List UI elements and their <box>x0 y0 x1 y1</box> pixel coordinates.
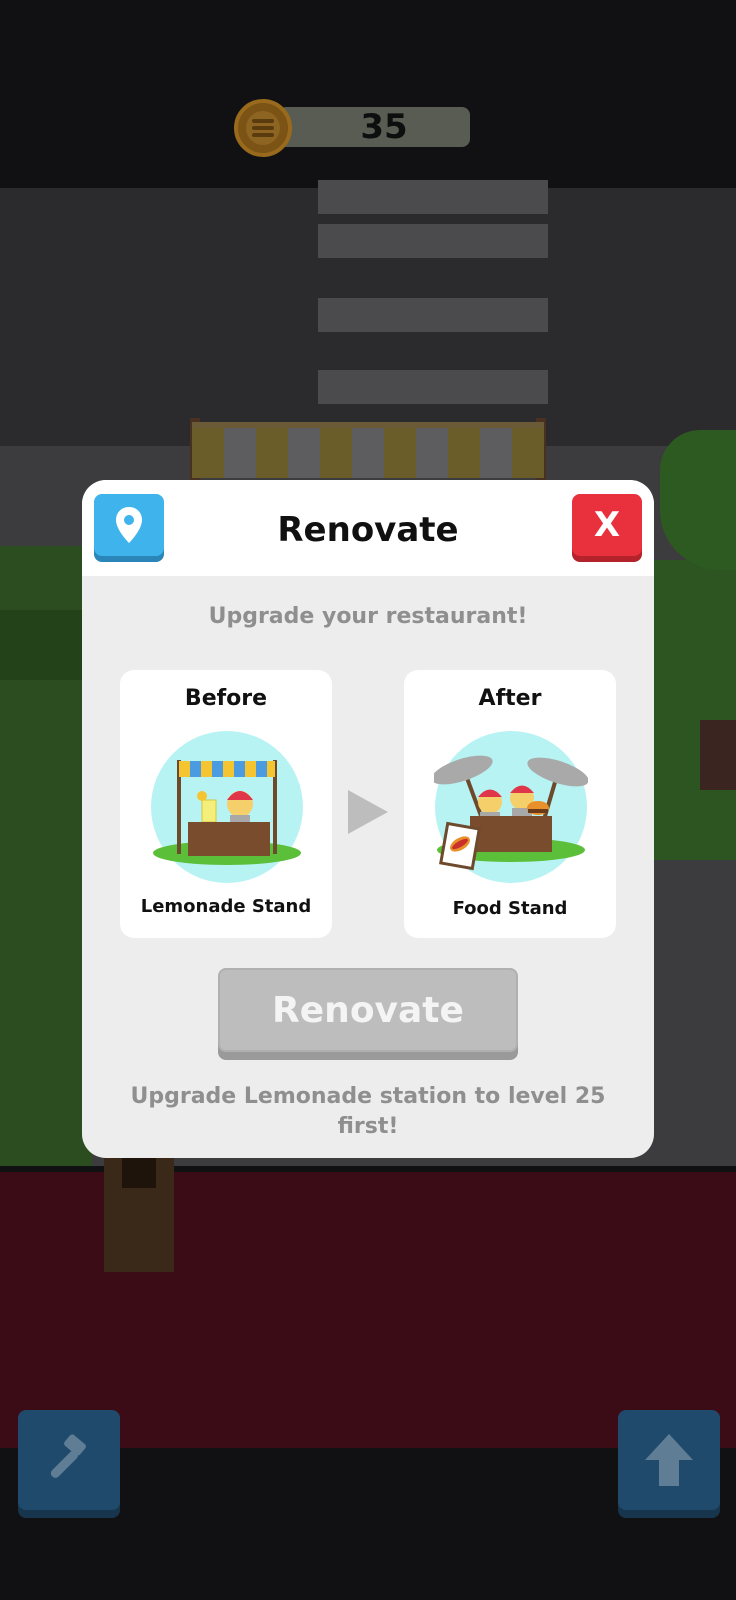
road-stripe <box>318 224 548 258</box>
stand-awning <box>192 422 544 478</box>
before-card: Before Lemonade Stand <box>120 670 332 938</box>
arrow-up-icon <box>645 1434 693 1486</box>
upgrade-button[interactable] <box>618 1410 720 1510</box>
tree-trunk <box>700 720 736 790</box>
road-stripe <box>318 298 548 332</box>
play-arrow-icon <box>348 790 388 834</box>
grass-left-shade <box>0 610 92 680</box>
map-pin-icon <box>116 507 142 543</box>
before-name: Lemonade Stand <box>140 896 312 917</box>
before-heading: Before <box>184 686 268 711</box>
requirement-hint: Upgrade Lemonade station to level 25 fir… <box>130 1084 606 1139</box>
road <box>0 180 736 450</box>
after-name: Food Stand <box>452 898 568 919</box>
lemonade-stand-illustration <box>151 731 303 883</box>
location-button[interactable] <box>94 494 164 556</box>
burger-coin-icon <box>234 99 292 157</box>
modal-title: Renovate <box>277 510 459 550</box>
top-hud-bar <box>0 0 736 180</box>
road-stripe <box>318 370 548 404</box>
road-stripe <box>318 180 548 214</box>
coin-count: 35 <box>360 107 408 147</box>
build-button[interactable] <box>18 1410 120 1510</box>
renovate-modal: Renovate X Upgrade your restaurant! Befo… <box>82 480 654 1158</box>
renovate-button[interactable]: Renovate <box>218 968 518 1052</box>
food-stand-illustration <box>434 731 588 883</box>
modal-subtitle: Upgrade your restaurant! <box>208 604 528 629</box>
after-card: After Food Stand <box>404 670 616 938</box>
after-heading: After <box>478 686 542 711</box>
grass-right <box>648 560 736 860</box>
close-button[interactable]: X <box>572 494 642 556</box>
hammer-icon <box>50 1434 86 1478</box>
